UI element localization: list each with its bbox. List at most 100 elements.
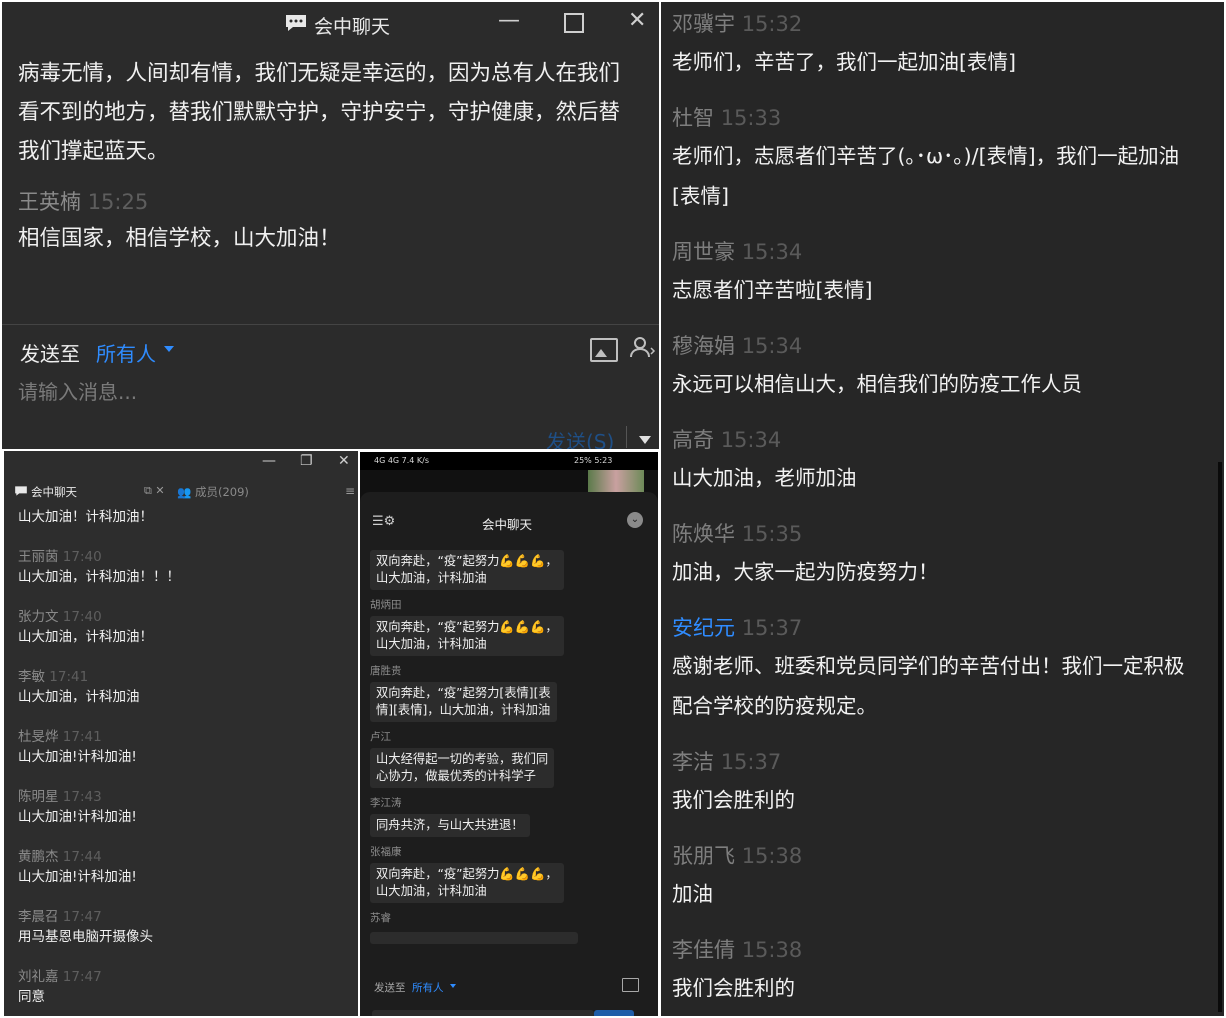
recipient-dropdown[interactable]: 所有人 [96, 338, 156, 367]
image-icon[interactable] [590, 338, 618, 362]
message-text: 看不到的地方，替我们默默守护，守护安宁，守护健康，然后替 [18, 100, 621, 125]
message-bubble: 双向奔赴，“疫”起努力💪💪💪， 山大加油，计科加油 [370, 863, 564, 903]
status-bar: 4G 4G 7.4 K/s 25% 5:23 [360, 452, 658, 470]
message-text: 同意 [18, 989, 45, 1005]
menu-icon[interactable]: ≡ [345, 484, 355, 498]
video-thumbnail[interactable] [588, 470, 644, 492]
divider [2, 324, 659, 325]
message-text: 我们会胜利的 [672, 788, 795, 812]
message-sender: 陈焕华 15:35 [672, 518, 1222, 550]
meeting-chat-window-main: 会中聊天 — ✕ 病毒无情，人间却有情，我们无疑是幸运的，因为总有人在我们 看不… [2, 2, 659, 449]
message-text: 山大加油，计科加油！ [18, 629, 153, 645]
close-icon[interactable]: ✕ [628, 8, 646, 33]
bubble-line: 同舟共济，与山大共进退！ [376, 818, 524, 832]
minimize-icon[interactable]: — [498, 8, 520, 33]
message-list: 山大加油！计科加油！ 王丽茵 17:40 山大加油，计科加油！！！ 张力文 17… [18, 507, 348, 1007]
maximize-icon[interactable] [564, 13, 584, 33]
sender-name: 刘礼嘉 [18, 969, 59, 985]
message-bubble-cut-off [370, 932, 578, 944]
message-text: 我们撑起蓝天。 [18, 139, 169, 164]
message-text: 山大加油！计科加油！ [18, 509, 153, 525]
message-text: 山大加油!计科加油! [18, 869, 137, 885]
message-list: 邓骥宇 15:32 老师们，辛苦了，我们一起加油[表情] 杜智 15:33 老师… [672, 6, 1222, 1008]
message-time: 15:38 [741, 844, 803, 868]
divider [626, 426, 627, 448]
sender-name: 卢江 [370, 731, 391, 743]
message-input[interactable]: 请输入消息... [18, 376, 137, 405]
message-sender: 张力文 17:40 [18, 607, 348, 627]
sender-name: 张朋飞 [672, 844, 735, 868]
tab-members[interactable]: 👥 成员(209) [177, 484, 249, 500]
message-time: 15:37 [720, 750, 782, 774]
message-time: 15:34 [741, 240, 803, 264]
sender-name: 高奇 [672, 428, 714, 452]
message-sender: 穆海娟 15:34 [672, 330, 1222, 362]
bubble-line: 山大经得起一切的考验，我们同 [376, 752, 549, 766]
message-time: 17:40 [62, 549, 102, 565]
message-text: 山大加油!计科加油! [18, 809, 137, 825]
members-icon: 👥 [177, 485, 192, 499]
message-time: 17:43 [62, 789, 102, 805]
message-bubble: 同舟共济，与山大共进退！ [370, 814, 530, 837]
recipient-dropdown[interactable]: 所有人 [412, 980, 444, 995]
close-icon[interactable]: ✕ [338, 453, 350, 469]
bubble-line: 情][表情]，山大加油，计科加油 [376, 703, 551, 717]
message-text: 我们会胜利的 [672, 976, 795, 1000]
settings-list-icon[interactable]: ☰⚙ [372, 514, 395, 529]
message-input[interactable] [372, 1010, 594, 1016]
bubble-line: 山大加油，计科加油 [376, 637, 487, 651]
user-icon[interactable] [630, 336, 656, 364]
message-list: 病毒无情，人间却有情，我们无疑是幸运的，因为总有人在我们 看不到的地方，替我们默… [18, 54, 658, 258]
message-sender: 杜旻烨 17:41 [18, 727, 348, 747]
send-options-caret-icon[interactable] [639, 436, 651, 444]
popout-close-icons[interactable]: ⧉ ✕ [144, 484, 165, 498]
message-sender: 李敏 17:41 [18, 667, 348, 687]
message-time: 15:34 [720, 428, 782, 452]
sender-name: 王英楠 [18, 190, 81, 214]
bubble-line: 山大加油，计科加油 [376, 884, 487, 898]
caret-down-icon[interactable] [450, 984, 456, 988]
tab-chat[interactable]: 会中聊天 [14, 484, 77, 500]
send-to-label: 发送至 [374, 982, 406, 994]
message-text: 老师们，辛苦了，我们一起加油[表情] [672, 50, 1016, 74]
message-text: 加油 [672, 882, 713, 906]
sender-name: 王丽茵 [18, 549, 59, 565]
scrollbar[interactable] [1218, 462, 1222, 1012]
message-time: 17:41 [49, 669, 89, 685]
message-sender: 邓骥宇 15:32 [672, 8, 1222, 40]
sender-name: 安纪元 [672, 616, 735, 640]
message-sender: 李晨召 17:47 [18, 907, 348, 927]
sender-name: 张力文 [18, 609, 59, 625]
sender-name: 唐胜贵 [370, 665, 402, 677]
sender-name: 李江涛 [370, 797, 402, 809]
sender-name: 胡炳田 [370, 599, 402, 611]
message-line: 配合学校的防疫规定。 [672, 694, 877, 718]
meeting-chat-window-small: — ❐ ✕ 会中聊天 ⧉ ✕ 👥 成员(209) ≡ 山大加油！计科加油！ 王丽… [4, 451, 358, 1016]
chat-transcript-panel: 邓骥宇 15:32 老师们，辛苦了，我们一起加油[表情] 杜智 15:33 老师… [661, 2, 1224, 1016]
message-sender: 周世豪 15:34 [672, 236, 1222, 268]
battery-clock: 25% 5:23 [574, 456, 613, 465]
bubble-line: 双向奔赴，“疫”起努力💪💪💪， [376, 867, 558, 881]
message-text: 相信国家，相信学校，山大加油！ [18, 226, 341, 251]
message-sender: 李佳倩 15:38 [672, 934, 1222, 966]
chat-bubble-icon [14, 485, 28, 500]
bubble-line: 心协力，做最优秀的计科学子 [376, 769, 536, 783]
message-sender-highlighted: 安纪元 15:37 [672, 612, 1222, 644]
message-bubble: 双向奔赴，“疫”起努力[表情][表 情][表情]，山大加油，计科加油 [370, 682, 557, 722]
restore-icon[interactable]: ❐ [300, 453, 313, 469]
image-icon[interactable] [622, 978, 639, 992]
send-button[interactable]: 发送(S) [546, 426, 614, 449]
minimize-icon[interactable]: — [262, 453, 276, 469]
sender-name: 张福康 [370, 846, 402, 858]
message-list: 双向奔赴，“疫”起努力💪💪💪， 山大加油，计科加油 胡炳田 双向奔赴，“疫”起努力… [370, 550, 650, 968]
message-sender: 王英楠 15:25 [18, 185, 658, 219]
tab-bar: 会中聊天 ⧉ ✕ 👥 成员(209) ≡ [4, 479, 358, 503]
chevron-down-icon[interactable]: ⌄ [627, 512, 643, 528]
send-button[interactable] [594, 1010, 634, 1016]
message-text: 用马基恩电脑开摄像头 [18, 929, 153, 945]
sender-name: 杜旻烨 [18, 729, 59, 745]
caret-down-icon[interactable] [164, 346, 174, 352]
signal-status: 4G 4G 7.4 K/s [374, 456, 430, 465]
message-text: 志愿者们辛苦啦[表情] [672, 278, 873, 302]
tab-chat-label: 会中聊天 [31, 485, 77, 499]
